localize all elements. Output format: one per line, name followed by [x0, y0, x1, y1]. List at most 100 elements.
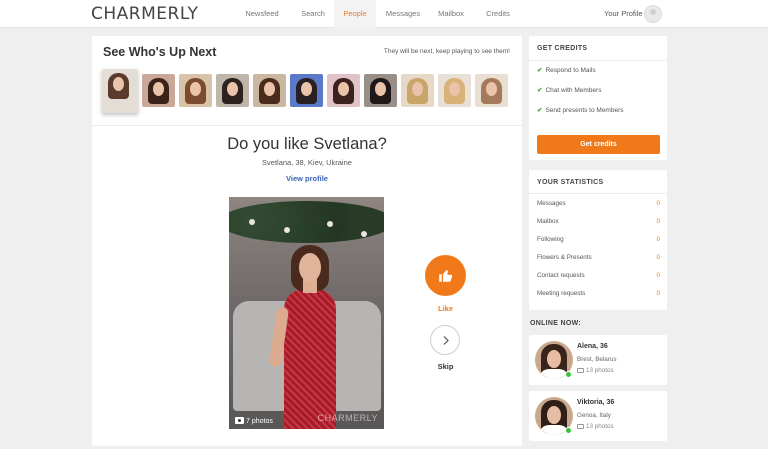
credit-benefit-label: Respond to Mails: [545, 67, 596, 74]
stat-label: Contact requests: [537, 272, 585, 279]
stat-value: 0: [656, 236, 660, 243]
stat-value: 0: [656, 290, 660, 297]
thumbnail-face: [486, 82, 497, 96]
nav-newsfeed[interactable]: Newsfeed: [232, 0, 292, 28]
stat-label: Messages: [537, 200, 566, 207]
divider: [529, 60, 667, 61]
thumbnail-face: [375, 82, 386, 96]
get-credits-card: GET CREDITS ✔ Respond to Mails ✔ Chat with…: [529, 36, 667, 160]
up-next-thumbnail[interactable]: [102, 69, 138, 113]
up-next-subtitle: They will be next, keep playing to see t…: [383, 48, 510, 55]
up-next-thumbnail[interactable]: [438, 74, 471, 107]
top-bar: CHARMERLY Newsfeed Search People Message…: [0, 0, 768, 28]
up-next-thumbnail[interactable]: [475, 74, 508, 107]
member-photo-count-label: 13 photos: [586, 367, 614, 374]
thumbnail-face: [449, 82, 460, 96]
stat-value: 0: [656, 254, 660, 261]
credit-benefit: ✔ Respond to Mails: [537, 66, 596, 74]
stat-row-following[interactable]: Following 0: [537, 236, 660, 243]
camera-icon: [577, 368, 584, 373]
stat-row-mailbox[interactable]: Mailbox 0: [537, 218, 660, 225]
check-icon: ✔: [537, 87, 543, 94]
user-avatar-icon[interactable]: [644, 5, 662, 23]
thumbnail-face: [190, 82, 201, 96]
up-next-thumbnail[interactable]: [253, 74, 286, 107]
thumbnail-face: [412, 82, 423, 96]
up-next-thumbnail[interactable]: [179, 74, 212, 107]
skip-button[interactable]: [430, 325, 460, 355]
photo-bauble: [284, 227, 290, 233]
statistics-card: YOUR STATISTICS Messages 0 Mailbox 0 Follo…: [529, 170, 667, 310]
credit-benefit: ✔ Send presents to Members: [537, 106, 624, 114]
thumbnail-face: [301, 82, 312, 96]
up-next-thumbnails: [102, 69, 508, 113]
nav-messages[interactable]: Messages: [376, 0, 430, 28]
member-name[interactable]: Viktoria, 36: [577, 399, 614, 406]
member-location: Genoa, Italy: [577, 412, 611, 419]
check-icon: ✔: [537, 67, 543, 74]
photo-count-label: 7 photos: [246, 418, 273, 425]
camera-icon: [577, 424, 584, 429]
like-label[interactable]: Like: [425, 304, 466, 313]
online-status-icon: [565, 427, 572, 434]
photo-bauble: [249, 219, 255, 225]
credit-benefit-label: Send presents to Members: [545, 107, 624, 114]
online-member-card[interactable]: Alena, 36 Brest, Belarus 13 photos: [529, 335, 667, 385]
stat-value: 0: [656, 218, 660, 225]
avatar-face: [547, 350, 561, 368]
up-next-thumbnail[interactable]: [401, 74, 434, 107]
statistics-title: YOUR STATISTICS: [537, 179, 604, 186]
stat-label: Meeting requests: [537, 290, 586, 297]
stat-row-meeting-requests[interactable]: Meeting requests 0: [537, 290, 660, 297]
nav-people[interactable]: People: [334, 0, 376, 28]
member-photo-count-label: 13 photos: [586, 423, 614, 430]
get-credits-button[interactable]: Get credits: [537, 135, 660, 154]
photo-bauble: [327, 221, 333, 227]
nav-credits[interactable]: Credits: [472, 0, 524, 28]
photo-count[interactable]: 7 photos: [235, 417, 273, 425]
your-profile-link[interactable]: Your Profile: [604, 9, 643, 18]
site-logo[interactable]: CHARMERLY: [91, 4, 198, 24]
camera-icon: [235, 417, 244, 424]
up-next-thumbnail[interactable]: [364, 74, 397, 107]
main-nav: Newsfeed Search People Messages Mailbox …: [232, 0, 524, 28]
stat-label: Flowers & Presents: [537, 254, 592, 261]
credit-benefit: ✔ Chat with Members: [537, 86, 601, 94]
thumbnail-face: [113, 77, 124, 91]
nav-mailbox[interactable]: Mailbox: [430, 0, 472, 28]
main-panel: See Who's Up Next They will be next, kee…: [92, 36, 522, 446]
online-status-icon: [565, 371, 572, 378]
member-location: Brest, Belarus: [577, 356, 617, 363]
match-info: Svetlana, 38, Kiev, Ukraine: [262, 158, 352, 167]
check-icon: ✔: [537, 107, 543, 114]
nav-search[interactable]: Search: [292, 0, 334, 28]
thumbnail-face: [264, 82, 275, 96]
thumbs-up-icon: [439, 269, 453, 282]
up-next-thumbnail[interactable]: [290, 74, 323, 107]
thumbnail-face: [227, 82, 238, 96]
like-button[interactable]: [425, 255, 466, 296]
avatar-face: [547, 406, 561, 424]
up-next-thumbnail[interactable]: [327, 74, 360, 107]
up-next-title: See Who's Up Next: [103, 45, 217, 59]
divider: [529, 193, 667, 194]
up-next-thumbnail[interactable]: [142, 74, 175, 107]
photo-face: [299, 253, 321, 282]
stat-label: Mailbox: [537, 218, 559, 225]
credit-benefit-label: Chat with Members: [545, 87, 602, 94]
stat-label: Following: [537, 236, 564, 243]
match-photo[interactable]: 7 photos CHARMERLY: [229, 197, 384, 429]
stat-row-contact-requests[interactable]: Contact requests 0: [537, 272, 660, 279]
view-profile-link[interactable]: View profile: [92, 174, 522, 183]
member-name[interactable]: Alena, 36: [577, 343, 608, 350]
chevron-right-icon: [443, 336, 449, 345]
skip-label[interactable]: Skip: [425, 362, 466, 371]
online-member-card[interactable]: Viktoria, 36 Genoa, Italy 13 photos: [529, 391, 667, 441]
up-next-thumbnail[interactable]: [216, 74, 249, 107]
match-question: Do you like Svetlana?: [227, 135, 387, 153]
stat-row-messages[interactable]: Messages 0: [537, 200, 660, 207]
online-now-title: ONLINE NOW:: [530, 320, 582, 327]
photo-watermark: CHARMERLY: [317, 413, 378, 423]
get-credits-title: GET CREDITS: [537, 45, 588, 52]
stat-row-flowers-presents[interactable]: Flowers & Presents 0: [537, 254, 660, 261]
